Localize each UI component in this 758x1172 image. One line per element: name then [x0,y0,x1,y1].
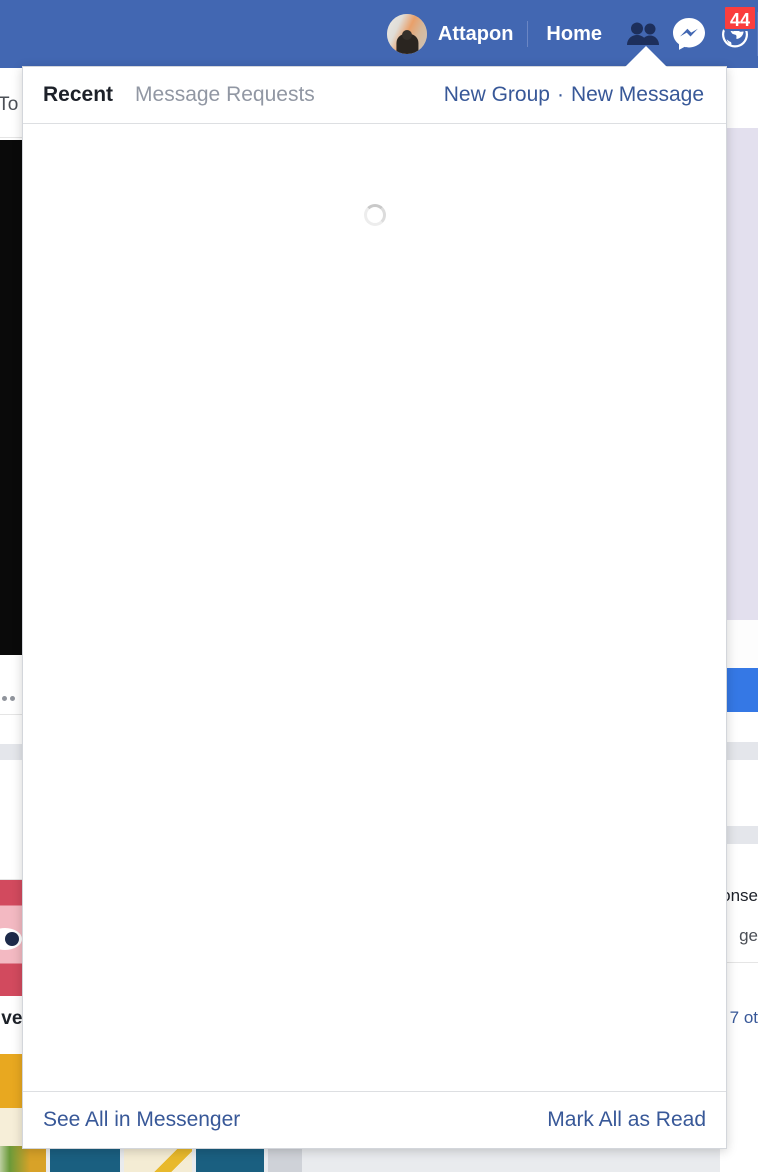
dropdown-arrow-pointer [624,46,668,68]
bg-left-cream-media [0,1108,22,1146]
bg-left-caption-text: ive [0,1008,23,1029]
messenger-icon [670,15,708,53]
profile-name-label: Attapon [437,22,514,45]
bg-left-video-media[interactable] [0,140,22,655]
bg-thumbnail-4[interactable] [196,1146,264,1172]
dropdown-footer: See All in Messenger Mark All as Read [23,1091,726,1148]
bg-thumbnail-3[interactable] [124,1146,192,1172]
messenger-button[interactable] [666,0,712,68]
bg-thumbnail-5[interactable] [268,1146,302,1172]
dropdown-message-list[interactable] [23,124,726,1091]
more-options-dots-icon[interactable] [0,688,20,701]
bg-right-text-fragment-3[interactable]: 7 ot [730,1008,758,1028]
action-separator: · [556,83,564,106]
tab-recent[interactable]: Recent [43,83,113,107]
tab-message-requests[interactable]: Message Requests [135,83,315,107]
dropdown-tabs: Recent Message Requests [43,83,315,107]
bg-thumbnail-2[interactable] [50,1146,120,1172]
bg-thumbnail-row [0,1146,314,1172]
bg-thumbnail-1[interactable] [0,1146,46,1172]
screen-root: onse ge 7 ot To ive [0,0,758,1172]
bg-left-card-2 [0,716,22,744]
messenger-dropdown-panel: Recent Message Requests New Group · New … [22,66,727,1149]
mark-all-as-read-link[interactable]: Mark All as Read [547,1108,706,1132]
avatar [386,14,427,54]
see-all-in-messenger-link[interactable]: See All in Messenger [43,1108,240,1132]
dropdown-header-actions: New Group · New Message [444,83,704,107]
new-message-link[interactable]: New Message [571,83,704,107]
bg-right-text-fragment-2: ge [739,926,758,945]
loading-spinner-icon [363,204,386,226]
friend-requests-icon [626,21,660,47]
bg-left-yellow-media[interactable] [0,1054,22,1108]
new-group-link[interactable]: New Group [444,83,550,107]
profile-link[interactable]: Attapon [386,0,528,68]
home-link[interactable]: Home [528,23,620,46]
notifications-button[interactable]: 44 [712,0,758,68]
bg-left-card-3 [0,760,22,880]
notification-count-badge: 44 [722,5,757,31]
bg-left-top-text: To [0,94,19,115]
bg-left-divider-1 [0,744,22,760]
bg-left-card-1 [0,655,22,715]
dropdown-header: Recent Message Requests New Group · New … [23,67,726,124]
nav-right-group: Attapon Home 44 [386,0,758,68]
